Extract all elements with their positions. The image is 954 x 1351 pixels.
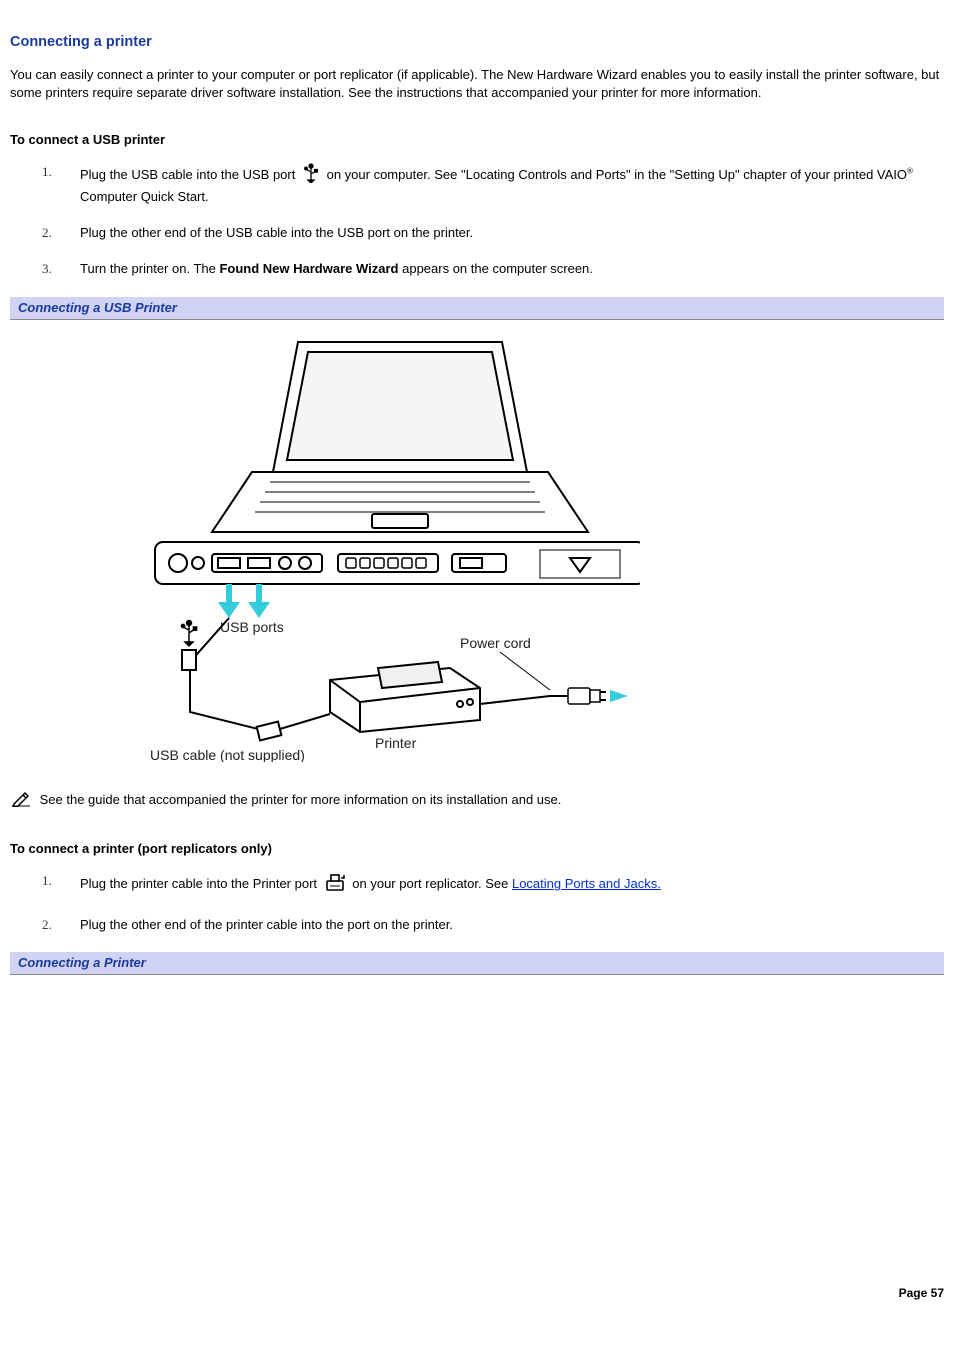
usb-step-2: Plug the other end of the USB cable into… <box>80 224 944 242</box>
step-text: on your port replicator. See <box>352 876 512 891</box>
intro-paragraph: You can easily connect a printer to your… <box>10 66 944 102</box>
usb-figure: USB ports Printer <box>10 332 944 767</box>
usb-steps: Plug the USB cable into the USB port on … <box>10 163 944 279</box>
replicator-steps: Plug the printer cable into the Printer … <box>10 872 944 933</box>
page-number: Page 57 <box>10 1285 944 1302</box>
step-text: on your computer. See "Locating Controls… <box>327 167 907 182</box>
usb-step-3: Turn the printer on. The Found New Hardw… <box>80 260 944 278</box>
step-text: Plug the USB cable into the USB port <box>80 167 299 182</box>
label-power-cord: Power cord <box>460 635 531 651</box>
usb-heading: To connect a USB printer <box>10 131 944 149</box>
step-text: Turn the printer on. The <box>80 261 219 276</box>
replicator-heading: To connect a printer (port replicators o… <box>10 840 944 858</box>
replicator-step-1: Plug the printer cable into the Printer … <box>80 872 944 897</box>
label-printer: Printer <box>375 735 417 751</box>
label-usb-cable: USB cable (not supplied) <box>150 747 305 762</box>
usb-step-1: Plug the USB cable into the USB port on … <box>80 163 944 206</box>
locating-ports-link[interactable]: Locating Ports and Jacks. <box>512 876 661 891</box>
note-line: See the guide that accompanied the print… <box>10 789 944 812</box>
usb-figure-title-bar: Connecting a USB Printer <box>10 297 944 320</box>
printer-figure-title-bar: Connecting a Printer <box>10 952 944 975</box>
registered-mark: ® <box>907 167 913 176</box>
label-usb-ports: USB ports <box>220 619 284 635</box>
replicator-step-2: Plug the other end of the printer cable … <box>80 916 944 934</box>
step-text: Computer Quick Start. <box>80 189 209 204</box>
wizard-name: Found New Hardware Wizard <box>219 261 398 276</box>
printer-port-icon <box>324 872 346 897</box>
note-icon <box>10 789 32 812</box>
step-text: appears on the computer screen. <box>399 261 593 276</box>
note-text: See the guide that accompanied the print… <box>40 792 562 807</box>
page-title: Connecting a printer <box>10 32 944 52</box>
usb-icon <box>302 163 320 188</box>
step-text: Plug the printer cable into the Printer … <box>80 876 321 891</box>
